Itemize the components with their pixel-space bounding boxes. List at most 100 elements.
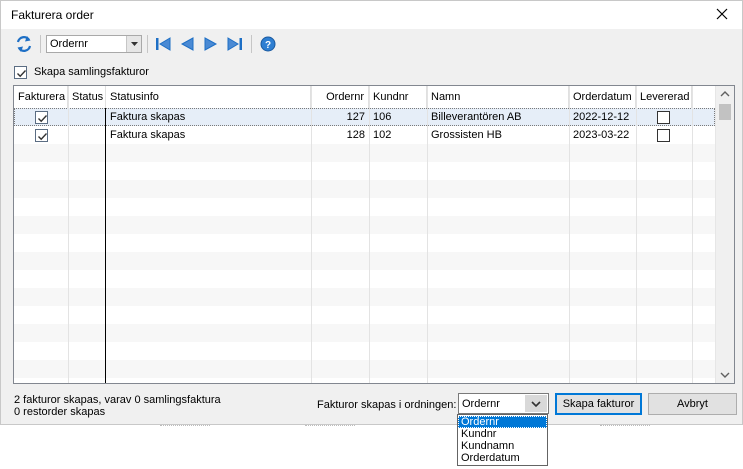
toolbar-separator: [251, 35, 252, 53]
status-cell: [68, 108, 106, 126]
empty-row: [14, 234, 715, 252]
toolbar-separator: [147, 35, 148, 53]
toolbar-separator: [40, 35, 41, 53]
empty-row: [14, 270, 715, 288]
namn-cell: Billeverantören AB: [431, 111, 522, 123]
invoice-order-dropdown-list: Ordernr Kundnr Kundnamn Orderdatum: [457, 414, 548, 466]
statusinfo-cell: Faktura skapas: [110, 111, 186, 123]
refresh-button[interactable]: [13, 33, 35, 55]
dropdown-option-kundnamn[interactable]: Kundnamn: [458, 440, 547, 452]
statusinfo-cell: Faktura skapas: [110, 129, 186, 141]
dropdown-option-kundnr[interactable]: Kundnr: [458, 428, 547, 440]
column-header-ordernr[interactable]: Ordernr: [311, 86, 369, 108]
svg-text:?: ?: [265, 40, 271, 51]
orderdatum-cell: 2023-03-22: [573, 129, 630, 141]
cancel-button[interactable]: Avbryt: [648, 393, 737, 415]
first-record-icon: [156, 37, 171, 51]
chevron-down-icon: [126, 36, 141, 52]
previous-record-button[interactable]: [176, 33, 198, 55]
last-record-button[interactable]: [224, 33, 246, 55]
chevron-down-icon: [525, 395, 547, 412]
close-button[interactable]: [710, 4, 734, 26]
background-artifact: [600, 425, 650, 428]
chevron-up-icon: [720, 91, 730, 97]
orderdatum-cell: 2022-12-12: [573, 111, 630, 123]
empty-row: [14, 306, 715, 324]
status-cell: [68, 126, 106, 144]
column-header-kundnr[interactable]: Kundnr: [369, 86, 427, 108]
ordernr-cell: 128: [346, 129, 365, 141]
refresh-icon: [16, 36, 32, 52]
dropdown-option-orderdatum[interactable]: Orderdatum: [458, 452, 547, 464]
invoice-checkbox[interactable]: [35, 111, 48, 124]
scroll-thumb[interactable]: [719, 104, 731, 120]
first-record-button[interactable]: [152, 33, 174, 55]
namn-cell: Grossisten HB: [431, 129, 502, 141]
collective-invoice-checkbox[interactable]: [14, 66, 27, 79]
collective-invoice-label: Skapa samlingsfakturor: [34, 66, 149, 78]
column-divider: [692, 86, 693, 383]
column-header-levererad[interactable]: Levererad: [636, 86, 692, 108]
table-row[interactable]: Faktura skapas 128 102 Grossisten HB 202…: [14, 126, 715, 144]
kundnr-cell: 106: [373, 111, 392, 123]
empty-row: [14, 252, 715, 270]
invoice-checkbox-cell[interactable]: [35, 126, 48, 144]
last-record-icon: [227, 37, 242, 51]
checkmark-icon: [17, 70, 27, 78]
delivered-checkbox-cell[interactable]: [657, 126, 670, 144]
invoice-order-dialog: Fakturera order Ordernr ? Skapa samlings…: [0, 0, 743, 425]
delivered-checkbox-cell[interactable]: [657, 108, 670, 126]
checkmark-icon: [38, 133, 48, 141]
grid-header: Fakturera Status Statusinfo Ordernr Kund…: [14, 86, 715, 108]
column-divider: [369, 86, 370, 383]
column-header-statusinfo[interactable]: Statusinfo: [106, 86, 311, 108]
empty-row: [14, 324, 715, 342]
close-icon: [716, 8, 728, 20]
order-grid: Fakturera Status Statusinfo Ordernr Kund…: [13, 85, 735, 384]
empty-row: [14, 162, 715, 180]
backorder-summary-text: 0 restorder skapas: [14, 406, 106, 418]
scroll-down-button[interactable]: [716, 366, 734, 383]
column-divider: [427, 86, 428, 383]
help-button[interactable]: ?: [257, 33, 279, 55]
empty-row: [14, 342, 715, 360]
column-divider: [569, 86, 570, 383]
column-header-orderdatum[interactable]: Orderdatum: [569, 86, 636, 108]
empty-row: [14, 288, 715, 306]
chevron-down-icon: [720, 372, 730, 378]
invoice-order-value: Ordernr: [462, 398, 500, 410]
column-header-status[interactable]: Status: [68, 86, 106, 108]
sort-combo-value: Ordernr: [50, 38, 88, 50]
empty-row: [14, 360, 715, 378]
column-divider: [68, 86, 69, 383]
table-row[interactable]: Faktura skapas 127 106 Billeverantören A…: [14, 108, 715, 126]
create-invoices-button[interactable]: Skapa fakturor: [555, 393, 642, 415]
scroll-up-button[interactable]: [716, 86, 734, 103]
window-title: Fakturera order: [11, 8, 94, 22]
vertical-scrollbar[interactable]: [715, 86, 734, 383]
delivered-checkbox[interactable]: [657, 111, 670, 124]
title-bar: Fakturera order: [1, 1, 742, 29]
empty-row: [14, 216, 715, 234]
next-record-button[interactable]: [200, 33, 222, 55]
column-header-fakturera[interactable]: Fakturera: [14, 86, 68, 108]
dropdown-option-ordernr[interactable]: Ordernr: [458, 416, 547, 428]
empty-row: [14, 144, 715, 162]
toolbar: Ordernr ?: [1, 31, 742, 57]
invoice-order-label: Fakturor skapas i ordningen:: [317, 399, 457, 411]
invoice-summary-text: 2 fakturor skapas, varav 0 samlingsfaktu…: [14, 394, 221, 406]
invoice-checkbox-cell[interactable]: [35, 108, 48, 126]
empty-row: [14, 180, 715, 198]
delivered-checkbox[interactable]: [657, 129, 670, 142]
kundnr-cell: 102: [373, 129, 392, 141]
previous-record-icon: [180, 37, 194, 51]
checkmark-icon: [38, 115, 48, 123]
invoice-order-select[interactable]: Ordernr: [458, 393, 549, 414]
help-icon: ?: [260, 36, 276, 52]
invoice-checkbox[interactable]: [35, 129, 48, 142]
column-divider: [311, 86, 312, 383]
sort-combo[interactable]: Ordernr: [46, 35, 142, 53]
column-divider: [105, 108, 106, 383]
empty-row: [14, 198, 715, 216]
column-header-namn[interactable]: Namn: [427, 86, 569, 108]
